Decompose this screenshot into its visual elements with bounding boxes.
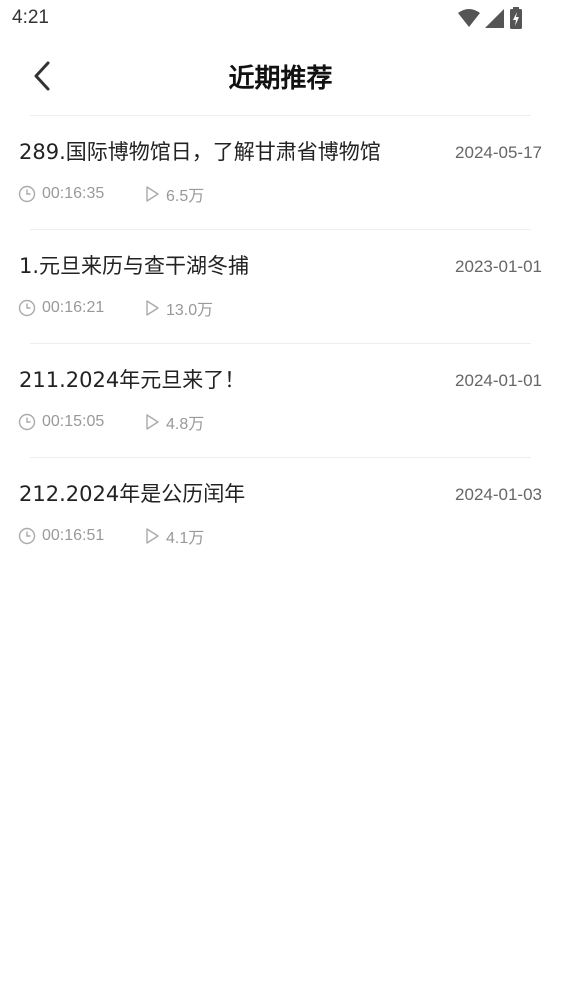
duration-group: 00:15:05 [18, 413, 144, 431]
item-meta: 00:15:05 4.8万 [18, 410, 204, 434]
item-meta: 00:16:21 13.0万 [18, 296, 213, 320]
clock-icon [18, 413, 36, 431]
item-title: 211.2024年元旦来了！ [19, 368, 246, 392]
item-meta: 00:16:51 4.1万 [18, 524, 204, 548]
clock-icon [18, 299, 36, 317]
list-item[interactable]: 212.2024年是公历闰年 2024-01-03 00:16:51 4.1万 [0, 458, 561, 572]
plays-group: 6.5万 [144, 182, 204, 206]
list-item[interactable]: 211.2024年元旦来了！ 2024-01-01 00:15:05 4.8万 [0, 344, 561, 458]
clock-icon [18, 185, 36, 203]
item-date: 2023-01-01 [455, 257, 542, 276]
list-item[interactable]: 1.元旦来历与查干湖冬捕 2023-01-01 00:16:21 13.0万 [0, 230, 561, 344]
status-bar: 4:21 [0, 0, 561, 38]
item-title: 289.国际博物馆日，了解甘肃省博物馆 [19, 140, 381, 164]
cellular-signal-icon [485, 8, 504, 28]
item-plays: 13.0万 [166, 302, 214, 319]
item-date: 2024-01-01 [455, 371, 542, 390]
play-icon [144, 413, 160, 431]
play-icon [144, 527, 160, 545]
page-title: 近期推荐 [228, 64, 333, 94]
item-plays: 4.8万 [166, 416, 205, 433]
item-title: 1.元旦来历与查干湖冬捕 [19, 254, 250, 278]
status-icons [458, 7, 523, 29]
item-plays: 6.5万 [166, 188, 205, 205]
item-duration: 00:16:51 [42, 527, 105, 544]
status-time: 4:21 [12, 7, 49, 28]
clock-icon [18, 527, 36, 545]
recommendation-list: 289.国际博物馆日，了解甘肃省博物馆 2024-05-17 00:16:35 … [0, 116, 561, 572]
duration-group: 00:16:51 [18, 527, 144, 545]
play-icon [144, 185, 160, 203]
item-duration: 00:15:05 [42, 413, 105, 430]
play-icon [144, 299, 160, 317]
item-date: 2024-05-17 [455, 143, 542, 162]
battery-charging-icon [509, 7, 523, 29]
duration-group: 00:16:35 [18, 185, 144, 203]
nav-bar: 近期推荐 [0, 38, 561, 116]
plays-group: 4.8万 [144, 410, 204, 434]
item-meta: 00:16:35 6.5万 [18, 182, 204, 206]
item-title: 212.2024年是公历闰年 [19, 482, 246, 506]
item-duration: 00:16:35 [42, 185, 105, 202]
item-plays: 4.1万 [166, 530, 205, 547]
duration-group: 00:16:21 [18, 299, 144, 317]
item-date: 2024-01-03 [455, 485, 542, 504]
plays-group: 13.0万 [144, 296, 213, 320]
wifi-icon [458, 9, 480, 27]
list-item[interactable]: 289.国际博物馆日，了解甘肃省博物馆 2024-05-17 00:16:35 … [0, 116, 561, 230]
item-duration: 00:16:21 [42, 299, 105, 316]
plays-group: 4.1万 [144, 524, 204, 548]
